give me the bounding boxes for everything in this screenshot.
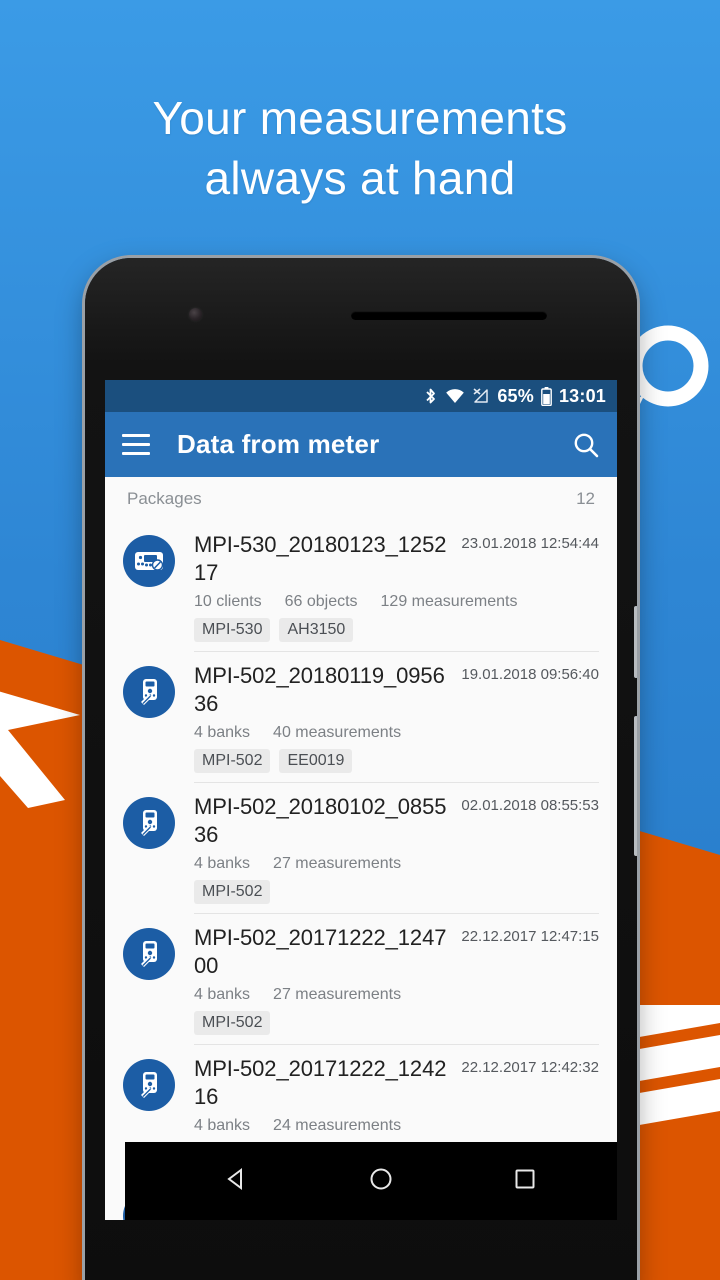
list-item[interactable]: MPI-502_20171222_124700 22.12.2017 12:47:… (105, 914, 617, 1045)
headline-line-1: Your measurements (152, 92, 568, 144)
package-title: MPI-502_20180119_095636 (194, 663, 445, 716)
package-timestamp: 22.12.2017 12:42:32 (461, 1059, 599, 1076)
list-item-header-row: MPI-530_20180123_125217 23.01.2018 12:54:… (194, 531, 599, 587)
home-circle-icon[interactable] (368, 1166, 394, 1197)
package-stat: 66 objects (284, 593, 358, 610)
package-timestamp: 02.01.2018 08:55:53 (461, 797, 599, 814)
phone-mockup: 65% 13:01 Data from meter Packages 12 MP… (85, 258, 637, 1280)
package-tag: MPI-502 (194, 1011, 271, 1035)
app-bar-title: Data from meter (177, 429, 380, 459)
package-tags: MPI-502 (194, 880, 599, 904)
package-tags: MPI-502 (194, 1011, 599, 1035)
list-item[interactable]: MPI-502_20180102_085536 02.01.2018 08:55:… (105, 783, 617, 914)
package-title: MPI-530_20180123_125217 (194, 532, 447, 585)
status-time: 13:01 (558, 385, 606, 406)
list-section-header: Packages 12 (105, 477, 617, 521)
headline-line-2: always at hand (204, 152, 516, 204)
bluetooth-icon (423, 387, 438, 406)
package-stats: 10 clients 66 objects 129 measurements (194, 593, 599, 611)
earpiece-speaker (351, 311, 547, 320)
battery-percent: 65% (497, 385, 534, 406)
front-camera-icon (189, 308, 202, 321)
list-item-header-row: MPI-502_20180102_085536 02.01.2018 08:55:… (194, 793, 599, 849)
package-stat: 4 banks (194, 986, 251, 1003)
meter-landscape-icon (123, 535, 175, 587)
meter-handheld-icon (123, 666, 175, 718)
package-list[interactable]: MPI-530_20180123_125217 23.01.2018 12:54:… (105, 521, 617, 1220)
list-item-body: MPI-502_20180102_085536 02.01.2018 08:55:… (194, 793, 599, 914)
meter-handheld-icon (123, 1059, 175, 1111)
package-stat: 10 clients (194, 593, 262, 610)
package-stat: 24 measurements (273, 1117, 402, 1134)
android-nav-bar (125, 1142, 617, 1220)
package-title: MPI-502_20171222_124216 (194, 1056, 447, 1109)
package-tags: MPI-502 EE0019 (194, 749, 599, 773)
page-title: Your measurements always at hand (0, 88, 720, 208)
package-stats: 4 banks 27 measurements (194, 986, 599, 1004)
list-item-body: MPI-502_20180119_095636 19.01.2018 09:56:… (194, 662, 599, 783)
package-stat: 4 banks (194, 855, 251, 872)
package-stat: 129 measurements (380, 593, 518, 610)
list-item-header-row: MPI-502_20180119_095636 19.01.2018 09:56:… (194, 662, 599, 718)
package-stat: 27 measurements (273, 855, 402, 872)
package-stat: 4 banks (194, 1117, 251, 1134)
hamburger-menu-icon[interactable] (122, 434, 150, 455)
search-icon[interactable] (572, 431, 600, 459)
package-tag: AH3150 (279, 618, 354, 642)
no-signal-icon (472, 388, 490, 404)
list-header-count: 12 (576, 489, 595, 508)
package-tag: MPI-502 (194, 749, 271, 773)
package-tag: MPI-530 (194, 618, 271, 642)
package-tag: EE0019 (279, 749, 353, 773)
list-item[interactable]: MPI-502_20180119_095636 19.01.2018 09:56:… (105, 652, 617, 783)
list-item-header-row: MPI-502_20171222_124700 22.12.2017 12:47:… (194, 924, 599, 980)
list-item-body: MPI-530_20180123_125217 23.01.2018 12:54:… (194, 531, 599, 652)
meter-handheld-icon (123, 797, 175, 849)
package-tags: MPI-530 AH3150 (194, 618, 599, 642)
package-tag: MPI-502 (194, 880, 271, 904)
package-stats: 4 banks 24 measurements (194, 1117, 599, 1135)
phone-screen: 65% 13:01 Data from meter Packages 12 MP… (105, 380, 617, 1220)
wifi-icon (445, 388, 465, 404)
status-bar: 65% 13:01 (105, 380, 617, 412)
recents-square-icon[interactable] (512, 1166, 538, 1197)
promo-screenshot: Your measurements always at hand 65% 13:… (0, 0, 720, 1280)
package-stat: 4 banks (194, 724, 251, 741)
list-item[interactable]: MPI-530_20180123_125217 23.01.2018 12:54:… (105, 521, 617, 652)
package-stats: 4 banks 27 measurements (194, 855, 599, 873)
package-title: MPI-502_20171222_124700 (194, 925, 447, 978)
power-button[interactable] (634, 606, 637, 678)
back-triangle-icon[interactable] (224, 1166, 250, 1197)
list-item-body: MPI-502_20171222_124700 22.12.2017 12:47:… (194, 924, 599, 1045)
app-bar: Data from meter (105, 412, 617, 477)
package-title: MPI-502_20180102_085536 (194, 794, 447, 847)
package-timestamp: 23.01.2018 12:54:44 (461, 535, 599, 552)
list-item-header-row: MPI-502_20171222_124216 22.12.2017 12:42:… (194, 1055, 599, 1111)
battery-icon (541, 386, 552, 406)
package-stat: 40 measurements (273, 724, 402, 741)
package-timestamp: 19.01.2018 09:56:40 (461, 666, 599, 683)
meter-handheld-icon (123, 928, 175, 980)
list-header-label: Packages (127, 489, 202, 508)
volume-button[interactable] (634, 716, 637, 856)
package-stats: 4 banks 40 measurements (194, 724, 599, 742)
package-timestamp: 22.12.2017 12:47:15 (461, 928, 599, 945)
package-stat: 27 measurements (273, 986, 402, 1003)
